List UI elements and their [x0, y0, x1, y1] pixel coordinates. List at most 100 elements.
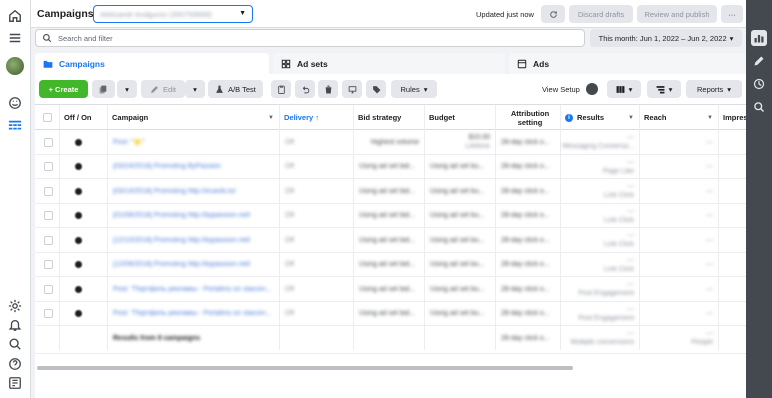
- col-reach[interactable]: Reach ▼: [640, 105, 719, 130]
- edit-dropdown[interactable]: ▾: [185, 80, 205, 98]
- col-impressions[interactable]: Impres: [719, 105, 746, 130]
- col-budget[interactable]: Budget: [425, 105, 496, 130]
- campaign-name-cell[interactable]: Post: "Портфель рекламы - Portafino on s…: [108, 277, 280, 301]
- row-checkbox[interactable]: [44, 162, 53, 171]
- row-checkbox[interactable]: [44, 260, 53, 269]
- row-toggle-cell[interactable]: [60, 301, 108, 326]
- row-toggle-cell[interactable]: [60, 228, 108, 252]
- campaign-name-cell[interactable]: [03/24/2018] Promoting ByPassion: [108, 154, 280, 179]
- table-row[interactable]: [12/10/2018] Promoting http://bypassion.…: [35, 228, 746, 253]
- duplicate-dropdown[interactable]: ▾: [117, 80, 137, 98]
- campaign-on-off-toggle[interactable]: [75, 212, 82, 219]
- row-select-cell[interactable]: [35, 301, 60, 326]
- avatar[interactable]: [6, 57, 24, 75]
- preview-button[interactable]: [342, 80, 362, 98]
- discard-drafts-button[interactable]: Discard drafts: [569, 5, 633, 23]
- row-toggle-cell[interactable]: [60, 203, 108, 228]
- row-toggle-cell[interactable]: [60, 130, 108, 154]
- campaigns-table-icon[interactable]: [7, 118, 23, 134]
- row-select-cell[interactable]: [35, 154, 60, 179]
- campaign-on-off-toggle[interactable]: [75, 261, 82, 268]
- col-results[interactable]: i Results ▼: [561, 105, 640, 130]
- row-toggle-cell[interactable]: [60, 277, 108, 301]
- row-select-cell[interactable]: [35, 203, 60, 228]
- reports-icon[interactable]: [7, 375, 23, 391]
- delete-button[interactable]: [318, 80, 338, 98]
- undo-button[interactable]: [295, 80, 315, 98]
- row-select-cell[interactable]: [35, 252, 60, 277]
- search-icon[interactable]: [7, 336, 23, 352]
- pencil-icon[interactable]: [751, 53, 767, 69]
- row-checkbox[interactable]: [44, 186, 53, 196]
- campaign-name-cell[interactable]: [01/08/2018] Promoting http://bypassion.…: [108, 203, 280, 228]
- tab-ads[interactable]: Ads: [509, 53, 746, 74]
- campaign-on-off-toggle[interactable]: [75, 236, 82, 244]
- breakdown-button[interactable]: ▾: [647, 80, 681, 98]
- date-range-picker[interactable]: This month: Jun 1, 2022 – Jun 2, 2022 ▾: [590, 29, 742, 47]
- campaign-on-off-toggle[interactable]: [75, 310, 82, 317]
- rules-button[interactable]: Rules ▾: [391, 80, 437, 98]
- campaign-on-off-toggle[interactable]: [75, 285, 82, 293]
- tab-ad-sets[interactable]: Ad sets: [273, 53, 505, 74]
- search-filter-bar[interactable]: Search and filter: [35, 29, 585, 47]
- campaign-on-off-toggle[interactable]: [75, 187, 82, 195]
- columns-button[interactable]: ▾: [607, 80, 641, 98]
- help-icon[interactable]: [7, 356, 23, 372]
- edit-button[interactable]: Edit: [141, 80, 185, 98]
- view-setup-toggle[interactable]: [586, 83, 598, 95]
- campaign-on-off-toggle[interactable]: [75, 138, 82, 146]
- table-row[interactable]: Post: "Портфель рекламы - Portafino on s…: [35, 277, 746, 302]
- col-off-on[interactable]: Off / On: [60, 105, 108, 130]
- review-publish-button[interactable]: Review and publish: [637, 5, 717, 23]
- tab-campaigns[interactable]: Campaigns: [35, 53, 269, 74]
- menu-icon[interactable]: [7, 30, 23, 46]
- row-select-cell[interactable]: [35, 130, 60, 154]
- campaign-name-cell[interactable]: [03/14/2018] Promoting http://ecards.to/: [108, 179, 280, 203]
- row-select-cell[interactable]: [35, 228, 60, 252]
- col-campaign[interactable]: Campaign ▼: [108, 105, 280, 130]
- col-bid-strategy[interactable]: Bid strategy: [354, 105, 425, 130]
- notifications-bell-icon[interactable]: [7, 317, 23, 333]
- col-delivery[interactable]: Delivery ↑: [280, 105, 354, 130]
- row-checkbox[interactable]: [44, 309, 53, 318]
- reports-button[interactable]: Reports ▾: [686, 80, 742, 98]
- row-toggle-cell[interactable]: [60, 154, 108, 179]
- table-row[interactable]: [12/08/2018] Promoting http://bypassion.…: [35, 252, 746, 277]
- select-all-checkbox[interactable]: [43, 113, 52, 122]
- settings-gear-icon[interactable]: [7, 298, 23, 314]
- row-checkbox[interactable]: [44, 211, 53, 220]
- ad-account-select[interactable]: Aleksandr Andgurov (350759999) ▼: [93, 5, 253, 23]
- horizontal-scrollbar[interactable]: [35, 365, 746, 371]
- table-row[interactable]: Post: "🌟" Off Highest volume $10.00 Lifetime…: [35, 130, 746, 155]
- clipboard-button[interactable]: [271, 80, 291, 98]
- table-row[interactable]: [01/08/2018] Promoting http://bypassion.…: [35, 203, 746, 228]
- chart-icon[interactable]: [751, 30, 767, 46]
- refresh-button[interactable]: [541, 5, 565, 23]
- row-checkbox[interactable]: [44, 284, 53, 294]
- table-row[interactable]: Post: "Портфель рекламы - Portafino on s…: [35, 301, 746, 326]
- row-toggle-cell[interactable]: [60, 179, 108, 203]
- table-row[interactable]: [03/24/2018] Promoting ByPassion Off Using…: [35, 154, 746, 179]
- campaign-name-cell[interactable]: Post: "Портфель рекламы - Portafino on s…: [108, 301, 280, 326]
- row-checkbox[interactable]: [44, 137, 53, 147]
- campaign-name-cell[interactable]: [12/08/2018] Promoting http://bypassion.…: [108, 252, 280, 277]
- row-toggle-cell[interactable]: [60, 252, 108, 277]
- row-select-cell[interactable]: [35, 277, 60, 301]
- history-icon[interactable]: [751, 76, 767, 92]
- more-options-button[interactable]: ···: [721, 5, 743, 23]
- home-icon[interactable]: [7, 8, 23, 24]
- table-row[interactable]: [03/14/2018] Promoting http://ecards.to/…: [35, 179, 746, 204]
- duplicate-button[interactable]: [92, 80, 115, 98]
- create-button[interactable]: + Create: [39, 80, 88, 98]
- select-all-header[interactable]: [35, 105, 60, 130]
- account-overview-icon[interactable]: [7, 95, 23, 111]
- campaign-name-cell[interactable]: Post: "🌟": [108, 130, 280, 154]
- row-checkbox[interactable]: [44, 235, 53, 245]
- ab-test-button[interactable]: A/B Test: [208, 80, 263, 98]
- scrollbar-thumb[interactable]: [37, 366, 573, 370]
- col-attribution-setting[interactable]: Attribution setting: [496, 105, 561, 130]
- inspect-search-icon[interactable]: [751, 99, 767, 115]
- campaign-on-off-toggle[interactable]: [75, 163, 82, 170]
- campaign-name-cell[interactable]: [12/10/2018] Promoting http://bypassion.…: [108, 228, 280, 252]
- row-select-cell[interactable]: [35, 179, 60, 203]
